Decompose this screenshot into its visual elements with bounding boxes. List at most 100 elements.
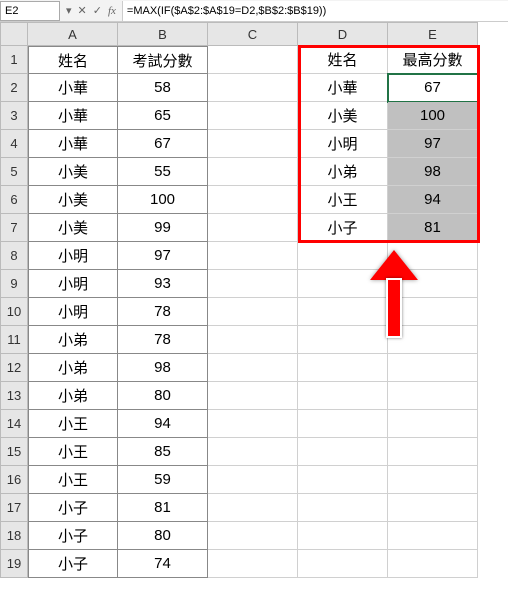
cell[interactable]: 小華 (28, 130, 118, 158)
cell[interactable]: 小王 (28, 438, 118, 466)
cell[interactable]: 100 (118, 186, 208, 214)
cell[interactable] (208, 522, 298, 550)
cell[interactable]: 考試分數 (118, 46, 208, 74)
fx-icon[interactable]: fx (108, 5, 116, 17)
row-header[interactable]: 10 (0, 298, 28, 326)
cell[interactable]: 小子 (298, 214, 388, 242)
formula-input[interactable]: =MAX(IF($A$2:$A$19=D2,$B$2:$B$19)) (122, 1, 508, 21)
cell[interactable] (298, 438, 388, 466)
row-header[interactable]: 2 (0, 74, 28, 102)
cell[interactable]: 74 (118, 550, 208, 578)
enter-icon[interactable]: ✓ (93, 4, 102, 17)
cell[interactable]: 98 (118, 354, 208, 382)
cell[interactable] (388, 494, 478, 522)
row-header[interactable]: 16 (0, 466, 28, 494)
cell[interactable] (298, 354, 388, 382)
cell[interactable]: 小明 (28, 298, 118, 326)
row-header[interactable]: 5 (0, 158, 28, 186)
cell[interactable]: 85 (118, 438, 208, 466)
cell[interactable] (388, 550, 478, 578)
cell[interactable] (208, 550, 298, 578)
row-header[interactable]: 11 (0, 326, 28, 354)
cell[interactable]: 小弟 (298, 158, 388, 186)
cell[interactable] (298, 298, 388, 326)
cell[interactable]: 78 (118, 298, 208, 326)
cell[interactable]: 小美 (28, 158, 118, 186)
cancel-icon[interactable]: ✕ (78, 4, 87, 17)
cell[interactable] (388, 354, 478, 382)
cell[interactable] (208, 214, 298, 242)
row-header[interactable]: 17 (0, 494, 28, 522)
cell[interactable] (298, 382, 388, 410)
cell[interactable] (388, 522, 478, 550)
cell[interactable]: 小弟 (28, 382, 118, 410)
row-header[interactable]: 12 (0, 354, 28, 382)
cell[interactable]: 59 (118, 466, 208, 494)
cell[interactable]: 78 (118, 326, 208, 354)
cell[interactable]: 小華 (28, 74, 118, 102)
cell[interactable]: 94 (118, 410, 208, 438)
column-header[interactable]: E (388, 22, 478, 46)
cell[interactable]: 80 (118, 382, 208, 410)
cell[interactable]: 99 (118, 214, 208, 242)
cell[interactable] (298, 242, 388, 270)
row-header[interactable]: 8 (0, 242, 28, 270)
cell[interactable] (298, 410, 388, 438)
cell[interactable]: 小華 (298, 74, 388, 102)
active-cell[interactable]: 67 (388, 74, 478, 102)
row-header[interactable]: 18 (0, 522, 28, 550)
cell[interactable]: 81 (388, 214, 478, 242)
cell[interactable]: 小美 (298, 102, 388, 130)
cell[interactable] (208, 74, 298, 102)
cell[interactable]: 小王 (28, 410, 118, 438)
cell[interactable] (298, 522, 388, 550)
name-box[interactable]: E2 (0, 1, 60, 21)
cell[interactable]: 小華 (28, 102, 118, 130)
cell[interactable]: 小子 (28, 550, 118, 578)
cell[interactable] (298, 326, 388, 354)
cell[interactable]: 小子 (28, 494, 118, 522)
cell[interactable] (208, 354, 298, 382)
row-header[interactable]: 4 (0, 130, 28, 158)
cell[interactable] (388, 466, 478, 494)
cell[interactable] (388, 382, 478, 410)
cell[interactable]: 81 (118, 494, 208, 522)
column-header[interactable]: C (208, 22, 298, 46)
cell[interactable]: 小子 (28, 522, 118, 550)
row-header[interactable]: 13 (0, 382, 28, 410)
cell[interactable] (208, 410, 298, 438)
row-header[interactable]: 6 (0, 186, 28, 214)
cell[interactable] (208, 466, 298, 494)
cell[interactable] (208, 382, 298, 410)
cell[interactable] (298, 494, 388, 522)
cell[interactable] (208, 158, 298, 186)
cell[interactable] (208, 438, 298, 466)
cell[interactable]: 98 (388, 158, 478, 186)
cell[interactable] (388, 298, 478, 326)
row-header[interactable]: 19 (0, 550, 28, 578)
cell[interactable] (388, 410, 478, 438)
cell[interactable]: 小明 (28, 270, 118, 298)
select-all-corner[interactable] (0, 22, 28, 46)
cell[interactable]: 55 (118, 158, 208, 186)
cell[interactable]: 姓名 (298, 46, 388, 74)
cell[interactable] (298, 270, 388, 298)
cell[interactable]: 小弟 (28, 326, 118, 354)
column-header[interactable]: D (298, 22, 388, 46)
cell[interactable] (388, 326, 478, 354)
row-header[interactable]: 14 (0, 410, 28, 438)
row-header[interactable]: 7 (0, 214, 28, 242)
cell[interactable] (208, 130, 298, 158)
cell[interactable]: 小王 (298, 186, 388, 214)
worksheet-grid[interactable]: 1 2 3 4 5 6 7 8 9 10 11 12 13 14 15 16 1… (0, 22, 508, 578)
cell[interactable] (208, 186, 298, 214)
row-header[interactable]: 3 (0, 102, 28, 130)
cell[interactable]: 58 (118, 74, 208, 102)
cell[interactable] (208, 326, 298, 354)
cell[interactable] (208, 242, 298, 270)
cell[interactable] (298, 466, 388, 494)
cell[interactable]: 小美 (28, 186, 118, 214)
column-header[interactable]: B (118, 22, 208, 46)
cell[interactable]: 小明 (298, 130, 388, 158)
cell[interactable] (298, 550, 388, 578)
